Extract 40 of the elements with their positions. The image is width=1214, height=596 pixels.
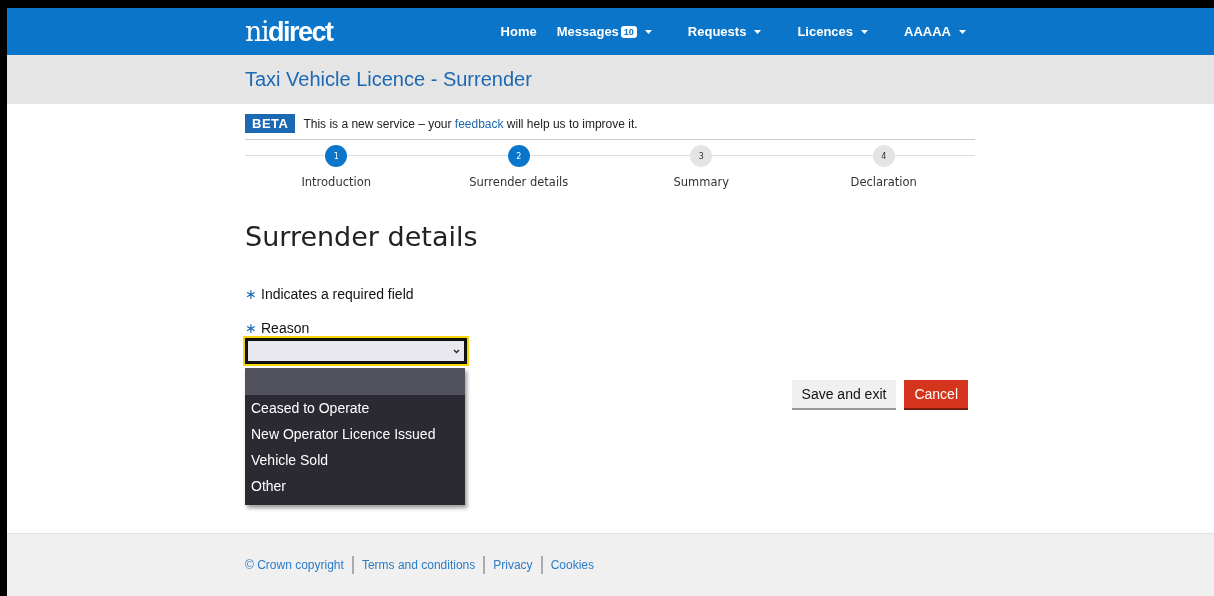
step-number: 2	[507, 145, 530, 167]
step-label: Summary	[673, 175, 730, 189]
caret-icon	[959, 29, 966, 34]
caret-icon	[754, 29, 762, 34]
caret-icon	[644, 29, 652, 34]
footer-link[interactable]: © Crown copyright	[245, 558, 344, 572]
cancel-button[interactable]: Cancel	[904, 380, 968, 410]
footer-link[interactable]: Terms and conditions	[361, 558, 476, 572]
dropdown-option[interactable]: Ceased to Operate	[245, 395, 465, 421]
dropdown-option[interactable]: Other	[245, 473, 465, 499]
site-logo[interactable]: nidirect	[245, 15, 333, 48]
step-number: 4	[872, 145, 895, 167]
step-label: Declaration	[850, 175, 917, 189]
nav-link[interactable]: Requests	[687, 24, 762, 39]
beta-message: This is a new service – your feedback will help us to improve it.	[303, 116, 638, 131]
step-number: 3	[690, 145, 713, 167]
dropdown-option[interactable]: Vehicle Sold	[245, 447, 465, 473]
feedback-link[interactable]: feedback	[454, 116, 504, 131]
required-mark: ∗	[245, 286, 257, 302]
nav-link[interactable]: Home	[500, 24, 537, 39]
section-heading: Surrender details	[245, 221, 479, 252]
message-count-badge: 10	[620, 25, 637, 38]
field-label: Reason	[261, 320, 310, 336]
footer-link[interactable]: Privacy	[493, 558, 533, 572]
chevron-icon	[453, 348, 460, 354]
save-button[interactable]: Save and exit	[791, 380, 897, 410]
reason-select[interactable]	[245, 338, 467, 364]
required-mark: ∗	[245, 320, 257, 336]
beta-tag: BETA	[245, 114, 296, 133]
step-label: Surrender details	[469, 175, 569, 189]
caret-icon	[861, 29, 869, 34]
nav-link[interactable]: AAAAA	[904, 24, 966, 39]
required-note: Indicates a required field	[261, 286, 414, 302]
step-number: 1	[325, 145, 348, 167]
nav-link[interactable]: Messages 10	[556, 24, 652, 39]
page-title: Taxi Vehicle Licence - Surrender	[245, 68, 533, 91]
step-label: Introduction	[301, 175, 372, 189]
footer-link[interactable]: Cookies	[550, 558, 594, 572]
dropdown-option[interactable]: New Operator Licence Issued	[245, 421, 465, 447]
nav-link[interactable]: Licences	[797, 24, 869, 39]
